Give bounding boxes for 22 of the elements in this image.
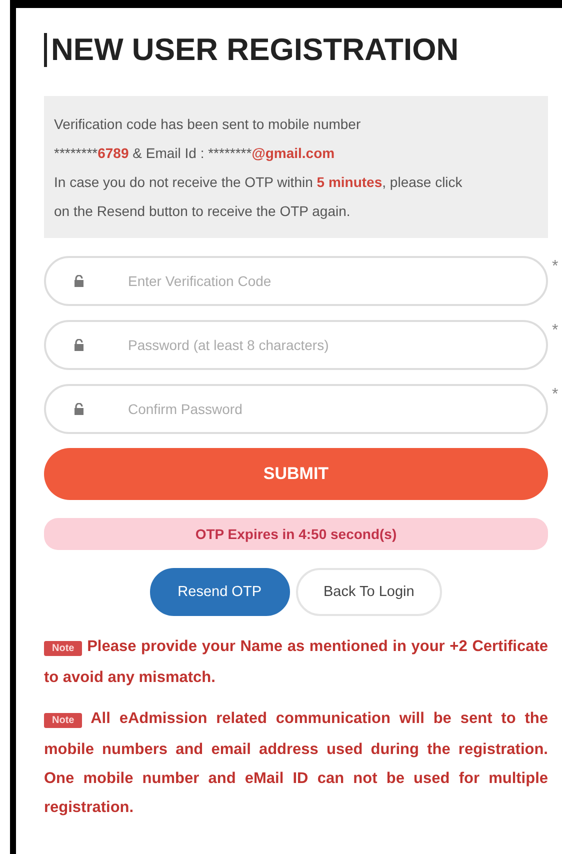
- back-button[interactable]: Back To Login: [296, 568, 442, 616]
- submit-button[interactable]: SUBMIT: [44, 448, 548, 500]
- info-text: In case you do not receive the OTP within 5 minutes, please click on the Resend button to receive the OTP again.: [54, 173, 464, 221]
- note-text: Note Please provide your Name as mentioned in your +2 Certificate to avoid any mismatch.: [44, 637, 548, 688]
- required-mark: *: [552, 322, 558, 340]
- lock-icon: [74, 275, 84, 287]
- input-field[interactable]: Enter Verification Code: [44, 256, 548, 306]
- lock-icon: [74, 403, 84, 415]
- note-badge: Note: [44, 713, 82, 728]
- title-accent-bar: [44, 33, 47, 67]
- page-title: NEW USER REGISTRATION: [51, 32, 459, 68]
- info-text: ********6789 & Email Id : ********@gmail.com: [54, 144, 336, 163]
- info-text: Verification code has been sent to mobile number: [54, 115, 362, 134]
- note-text: Note All eAdmission related communication will be sent to the mobile numbers and email address used during the registration. One mobile number and eMail ID can not be used for multiple registration.: [44, 709, 548, 818]
- note-badge: Note: [44, 641, 82, 656]
- input-field[interactable]: Confirm Password: [44, 384, 548, 434]
- input-field[interactable]: Password (at least 8 characters): [44, 320, 548, 370]
- required-mark: *: [552, 258, 558, 276]
- resend-button[interactable]: Resend OTP: [150, 568, 290, 616]
- lock-icon: [74, 339, 84, 351]
- otp-timer: OTP Expires in 4:50 second(s): [44, 518, 548, 550]
- required-mark: *: [552, 386, 558, 404]
